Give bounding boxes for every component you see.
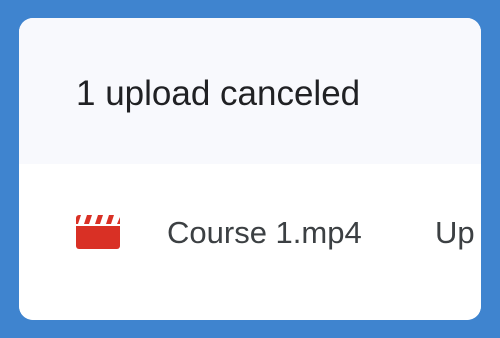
upload-status-panel: 1 upload canceled Course 1.mp4 Up <box>19 18 481 320</box>
upload-list-item[interactable]: Course 1.mp4 Up <box>19 164 481 320</box>
upload-panel-header: 1 upload canceled <box>19 18 481 164</box>
file-name: Course 1.mp4 <box>167 215 362 250</box>
upload-status-title: 1 upload canceled <box>76 74 361 113</box>
upload-status-text: Up <box>435 215 475 250</box>
video-file-icon <box>76 215 120 249</box>
